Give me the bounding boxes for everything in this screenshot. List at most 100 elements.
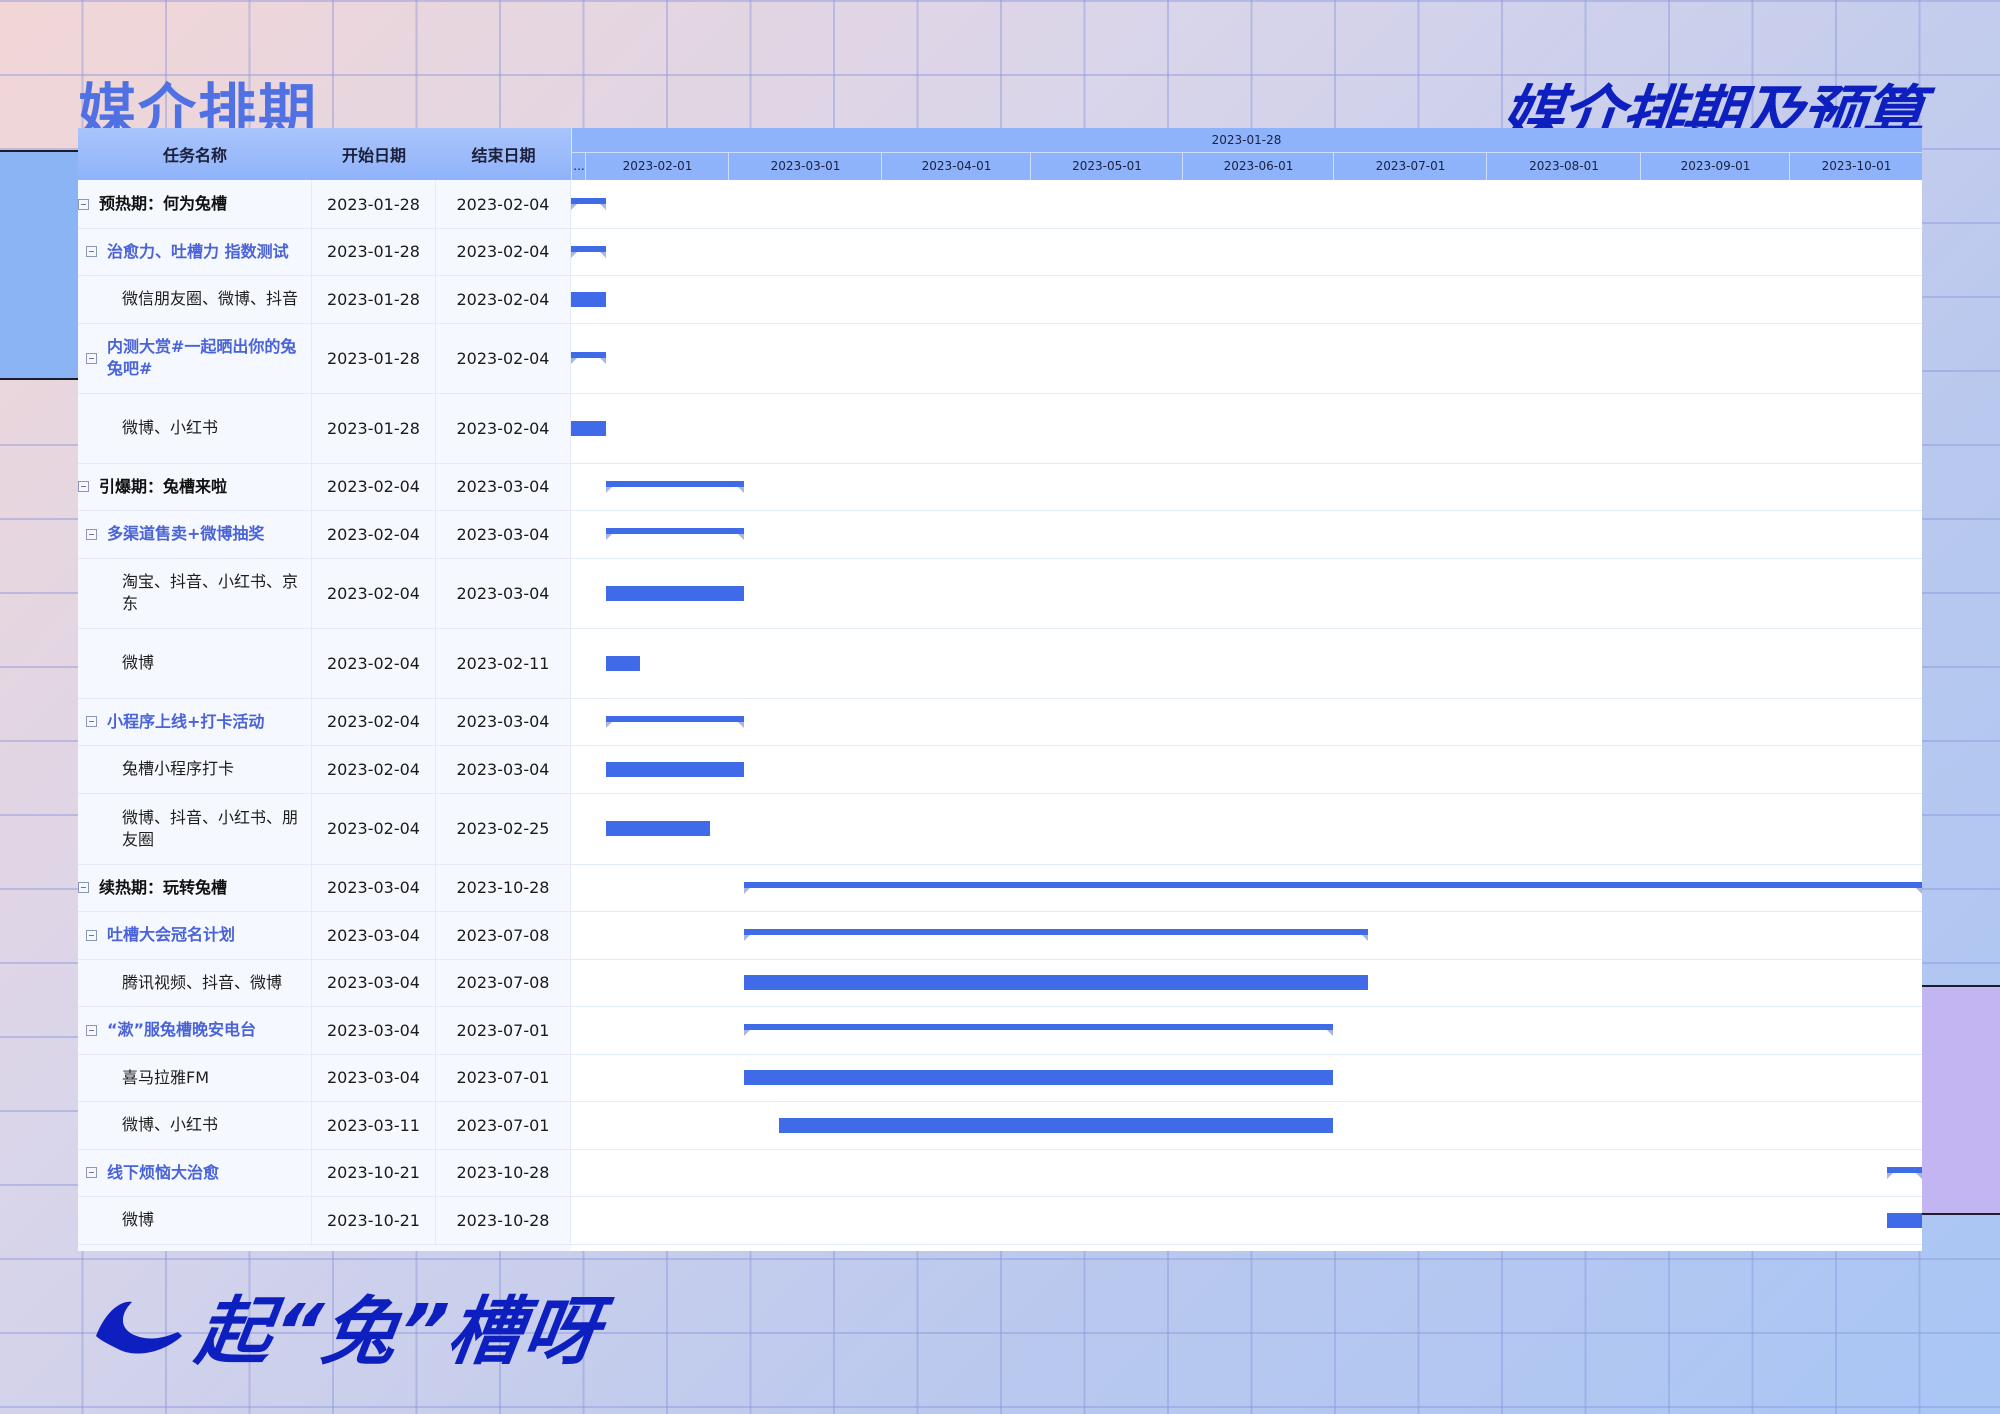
task-row[interactable]: 吐槽大会冠名计划 2023-03-04 2023-07-08 [78, 911, 1922, 960]
gantt-task-bar[interactable] [605, 761, 745, 777]
task-name-cell: 内测大赏#一起晒出你的兔兔吧# [78, 323, 312, 393]
task-end-date: 2023-07-01 [436, 1006, 571, 1054]
task-name: 小程序上线+打卡活动 [107, 711, 265, 731]
task-name-cell: 微博 [78, 628, 312, 698]
task-start-date: 2023-03-04 [312, 1054, 436, 1101]
task-end-date: 2023-02-11 [436, 628, 571, 698]
task-row[interactable]: “漱”服兔槽晚安电台 2023-03-04 2023-07-01 [78, 1006, 1922, 1055]
collapse-toggle-icon[interactable] [86, 1024, 97, 1036]
task-name-cell: 续热期：玩转兔槽 [78, 864, 312, 911]
task-row[interactable]: 治愈力、吐槽力 指数测试 2023-01-28 2023-02-04 [78, 228, 1922, 276]
task-start-date: 2023-02-04 [312, 698, 436, 745]
task-end-date: 2023-03-04 [436, 463, 571, 510]
task-row[interactable]: 预热期：何为兔槽 2023-01-28 2023-02-04 [78, 180, 1922, 229]
gantt-task-bar[interactable] [605, 821, 710, 836]
brand-slogan: 起“兔”槽呀 [191, 1289, 607, 1375]
task-name: “漱”服兔槽晚安电台 [107, 1020, 257, 1039]
collapse-toggle-icon[interactable] [78, 882, 89, 893]
swoosh-arrow-icon [96, 1301, 182, 1354]
task-row[interactable]: 线下烦恼大治愈 2023-10-21 2023-10-28 [78, 1149, 1922, 1197]
task-row[interactable]: 微博 2023-02-04 2023-02-11 [78, 628, 1922, 699]
task-name: 淘宝、抖音、小红书、京东 [122, 572, 299, 613]
task-name: 预热期：何为兔槽 [99, 194, 228, 213]
task-end-date: 2023-02-04 [436, 228, 571, 275]
gantt-summary-bar[interactable] [605, 715, 745, 728]
task-name-cell: 喜马拉雅FM [78, 1054, 312, 1101]
task-start-date: 2023-03-04 [312, 911, 436, 959]
task-name: 内测大赏#一起晒出你的兔兔吧# [107, 337, 297, 378]
gantt-task-bar[interactable] [1887, 1212, 1922, 1228]
gantt-summary-bar[interactable] [1887, 1166, 1922, 1179]
task-row[interactable]: 续热期：玩转兔槽 2023-03-04 2023-10-28 [78, 864, 1922, 912]
task-row[interactable]: 小程序上线+打卡活动 2023-02-04 2023-03-04 [78, 698, 1922, 746]
task-row[interactable]: 微信朋友圈、微博、抖音 2023-01-28 2023-02-04 [78, 275, 1922, 324]
timeline-month-label: 2023-02-01 [585, 152, 729, 180]
gantt-task-bar[interactable] [605, 655, 641, 671]
task-name-cell: 微博、抖音、小红书、朋友圈 [78, 793, 312, 864]
collapse-toggle-icon[interactable] [86, 246, 97, 257]
timeline-month-label: 2023-08-01 [1486, 152, 1641, 180]
task-row[interactable]: 喜马拉雅FM 2023-03-04 2023-07-01 [78, 1054, 1922, 1102]
task-row[interactable]: 微博、小红书 2023-01-28 2023-02-04 [78, 393, 1922, 464]
task-end-date: 2023-02-25 [436, 793, 571, 864]
task-end-date: 2023-03-04 [436, 745, 571, 793]
gantt-summary-bar[interactable] [605, 528, 745, 540]
collapse-toggle-icon[interactable] [86, 716, 97, 727]
task-row[interactable]: 微博 2023-10-21 2023-10-28 [78, 1196, 1922, 1245]
gantt-summary-bar[interactable] [571, 352, 606, 364]
column-header-end-date[interactable]: 结束日期 [436, 128, 572, 180]
column-header-task-name[interactable]: 任务名称 [78, 128, 313, 180]
task-name-cell: 多渠道售卖+微博抽奖 [78, 510, 312, 558]
gantt-task-bar[interactable] [605, 585, 745, 601]
gantt-summary-bar[interactable] [744, 1024, 1334, 1036]
gantt-task-bar[interactable] [571, 291, 606, 307]
task-row[interactable]: 引爆期：兔槽来啦 2023-02-04 2023-03-04 [78, 463, 1922, 511]
task-row[interactable]: 多渠道售卖+微博抽奖 2023-02-04 2023-03-04 [78, 510, 1922, 559]
collapse-toggle-icon[interactable] [86, 352, 97, 364]
task-row[interactable]: 淘宝、抖音、小红书、京东 2023-02-04 2023-03-04 [78, 558, 1922, 629]
task-end-date: 2023-02-04 [436, 180, 571, 228]
task-row[interactable]: 腾讯视频、抖音、微博 2023-03-04 2023-07-08 [78, 959, 1922, 1007]
task-row[interactable]: 兔槽小程序打卡 2023-02-04 2023-03-04 [78, 745, 1922, 794]
task-end-date: 2023-02-04 [436, 393, 571, 463]
task-name: 吐槽大会冠名计划 [107, 925, 236, 944]
task-name: 腾讯视频、抖音、微博 [122, 972, 283, 992]
task-name: 微信朋友圈、微博、抖音 [122, 289, 299, 308]
gantt-task-bar[interactable] [744, 975, 1368, 990]
decorative-block-left [0, 150, 78, 380]
task-end-date: 2023-10-28 [436, 864, 571, 911]
task-start-date: 2023-02-04 [312, 558, 436, 628]
task-end-date: 2023-02-04 [436, 275, 571, 323]
task-name-cell: 吐槽大会冠名计划 [78, 911, 312, 959]
gantt-task-bar[interactable] [778, 1117, 1334, 1133]
gantt-task-bar[interactable] [744, 1070, 1334, 1085]
timeline-month-label: ... [571, 152, 586, 180]
task-name-cell: 微博、小红书 [78, 1101, 312, 1149]
task-start-date: 2023-02-04 [312, 463, 436, 510]
task-start-date: 2023-02-04 [312, 628, 436, 698]
gantt-summary-bar[interactable] [744, 929, 1368, 941]
collapse-toggle-icon[interactable] [78, 198, 89, 210]
task-name: 引爆期：兔槽来啦 [99, 476, 228, 496]
task-row[interactable]: 内测大赏#一起晒出你的兔兔吧# 2023-01-28 2023-02-04 [78, 323, 1922, 394]
task-end-date: 2023-07-08 [436, 911, 571, 959]
task-name: 治愈力、吐槽力 指数测试 [107, 241, 289, 261]
gantt-summary-bar[interactable] [571, 245, 606, 258]
collapse-toggle-icon[interactable] [86, 528, 97, 540]
task-name-cell: 微博 [78, 1196, 312, 1244]
task-name: 喜马拉雅FM [122, 1067, 210, 1087]
gantt-summary-bar[interactable] [744, 881, 1922, 894]
task-start-date: 2023-03-04 [312, 1006, 436, 1054]
task-row[interactable]: 微博、小红书 2023-03-11 2023-07-01 [78, 1101, 1922, 1150]
gantt-task-bar[interactable] [571, 420, 606, 436]
task-name-cell: 小程序上线+打卡活动 [78, 698, 312, 745]
collapse-toggle-icon[interactable] [78, 481, 89, 492]
task-end-date: 2023-07-01 [436, 1101, 571, 1149]
collapse-toggle-icon[interactable] [86, 929, 97, 941]
column-header-start-date[interactable]: 开始日期 [312, 128, 437, 180]
collapse-toggle-icon[interactable] [86, 1167, 97, 1178]
gantt-summary-bar[interactable] [571, 198, 606, 210]
timeline-month-label: 2023-09-01 [1640, 152, 1790, 180]
task-row[interactable]: 微博、抖音、小红书、朋友圈 2023-02-04 2023-02-25 [78, 793, 1922, 865]
gantt-summary-bar[interactable] [605, 480, 745, 493]
